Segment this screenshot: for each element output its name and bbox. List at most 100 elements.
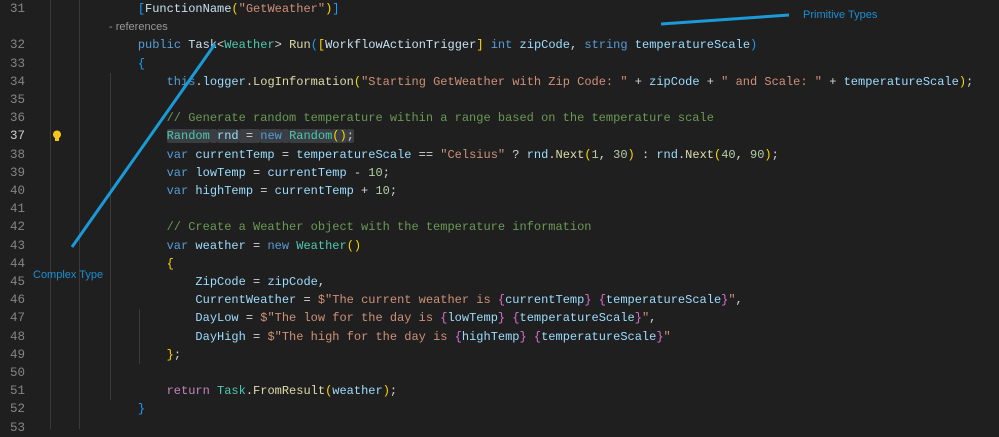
code-line-51[interactable]: 51 return Task.FromResult(weather);	[0, 382, 999, 400]
line-number: 51	[10, 384, 26, 399]
code-token: lowTemp	[195, 165, 246, 180]
indent-guide	[109, 72, 111, 401]
code-token: )	[958, 74, 967, 89]
code-text: this.logger.LogInformation("Starting Get…	[109, 73, 974, 91]
code-token: "	[728, 293, 736, 308]
code-token: WorkflowActionTrigger	[325, 38, 477, 53]
code-token: ]	[476, 38, 484, 53]
code-token: ,	[649, 311, 657, 326]
code-line-38[interactable]: 38 var currentTemp = temperatureScale ==…	[0, 146, 999, 164]
code-token: :	[634, 147, 657, 162]
code-token: Run	[289, 38, 311, 53]
code-line-50[interactable]: 50	[0, 364, 999, 382]
code-token: ;	[382, 165, 390, 180]
line-number: 33	[10, 56, 26, 71]
code-token: -	[346, 165, 369, 180]
code-text: // Generate random temperature within a …	[109, 109, 714, 127]
line-number: 39	[10, 165, 26, 180]
code-editor[interactable]: 31 [FunctionName("GetWeather")] - referen…	[0, 0, 999, 435]
code-token: [	[317, 38, 326, 53]
code-token: DayLow	[195, 311, 239, 326]
code-token: (	[310, 38, 318, 53]
code-token: Random	[289, 129, 333, 144]
line-number: 41	[10, 202, 26, 217]
code-token: currentTemp	[505, 293, 585, 308]
code-token: weather	[332, 384, 383, 399]
line-number: 53	[10, 420, 26, 435]
code-token: [	[137, 2, 146, 16]
code-token: {	[454, 329, 462, 344]
code-text: }	[109, 400, 145, 418]
code-token	[281, 129, 290, 144]
code-token: ?	[505, 147, 527, 162]
code-token: temperatureScale	[541, 329, 657, 344]
code-token: int	[490, 38, 513, 53]
code-token: (	[353, 74, 362, 89]
code-line-49[interactable]: 49 };	[0, 346, 999, 364]
code-token: highTemp	[461, 329, 520, 344]
code-line-32[interactable]: 32 public Task<Weather> Run([WorkflowAct…	[0, 36, 999, 54]
code-token: >	[274, 38, 290, 53]
code-token: Weather	[224, 38, 275, 53]
code-token: temperatureScale	[296, 147, 412, 162]
code-token: temperatureScale	[843, 74, 959, 89]
code-token: ;	[389, 184, 398, 198]
code-token: Task	[188, 38, 218, 53]
line-number: 31	[10, 2, 26, 16]
code-line-53[interactable]: 53	[0, 419, 999, 437]
code-line-39[interactable]: 39 var lowTemp = currentTemp - 10;	[0, 164, 999, 182]
code-token: 10	[375, 184, 390, 198]
code-token: )	[382, 384, 390, 399]
codelens-references[interactable]: - references	[109, 18, 168, 36]
code-token: {	[512, 311, 520, 326]
code-line-33[interactable]: 33 {	[0, 55, 999, 73]
code-token: =	[245, 165, 268, 180]
line-number: 42	[10, 220, 26, 235]
code-token: var	[166, 238, 189, 253]
code-line-47[interactable]: 47 DayLow = $"The low for the day is {lo…	[0, 309, 999, 327]
code-token: lowTemp	[447, 311, 498, 326]
code-text: {	[109, 55, 145, 73]
lightbulb-icon[interactable]	[52, 130, 62, 142]
code-line-36[interactable]: 36 // Generate random temperature within…	[0, 109, 999, 127]
code-line-48[interactable]: 48 DayHigh = $"The high for the day is {…	[0, 328, 999, 346]
code-token: ()	[346, 238, 362, 253]
code-line-42[interactable]: 42 // Create a Weather object with the t…	[0, 218, 999, 236]
code-token: ;	[389, 384, 398, 399]
code-line-46[interactable]: 46 CurrentWeather = $"The current weathe…	[0, 291, 999, 309]
code-token: currentTemp	[195, 147, 275, 162]
annotation-primitive-types: Primitive Types	[803, 9, 878, 21]
code-token: }	[137, 402, 146, 417]
code-token: =	[245, 329, 268, 344]
code-line-52[interactable]: 52 }	[0, 400, 999, 418]
code-token: =	[238, 129, 261, 144]
line-number: 35	[10, 93, 26, 107]
code-line-40[interactable]: 40 var highTemp = currentTemp + 10;	[0, 182, 999, 200]
code-token: ()	[332, 129, 347, 144]
code-line-37[interactable]: 37 Random rnd = new Random();	[0, 127, 999, 145]
code-line-45[interactable]: 45 ZipCode = zipCode,	[0, 273, 999, 291]
code-token: ,	[735, 293, 743, 308]
code-token: Random	[166, 129, 210, 144]
code-token: LogInformation	[253, 74, 354, 89]
code-token: ==	[411, 147, 441, 162]
code-text: };	[109, 346, 181, 364]
code-line-41[interactable]: 41	[0, 200, 999, 218]
code-token: ;	[346, 129, 354, 144]
code-line-34[interactable]: 34 this.logger.LogInformation("Starting …	[0, 73, 999, 91]
code-token: 90	[750, 147, 765, 162]
code-token: {	[137, 56, 146, 71]
code-line-35[interactable]: 35	[0, 91, 999, 109]
code-line-43[interactable]: 43 var weather = new Weather()	[0, 237, 999, 255]
code-line-44[interactable]: 44 {	[0, 255, 999, 273]
code-token: var	[166, 165, 189, 180]
